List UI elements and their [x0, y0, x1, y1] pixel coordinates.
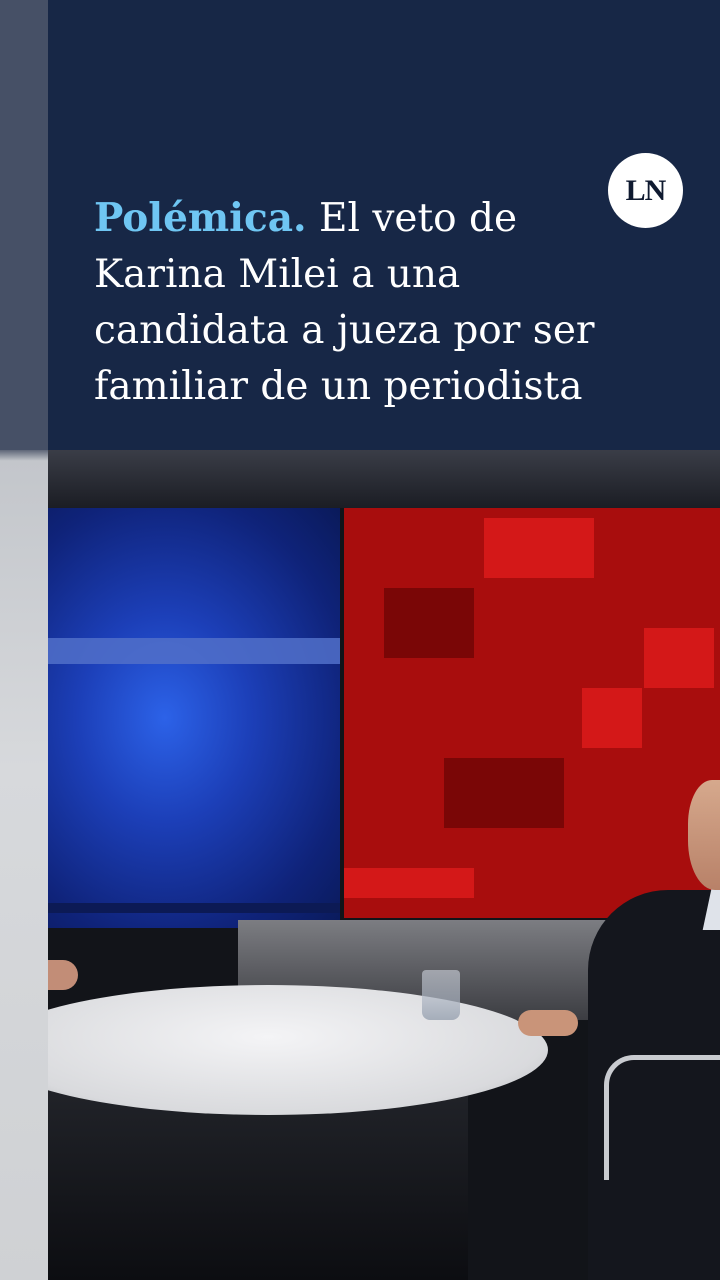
studio-ceiling [48, 450, 720, 508]
guest [518, 780, 720, 1280]
guest-head [688, 780, 720, 890]
red-screen-tile [384, 588, 474, 658]
red-screen-tile [644, 628, 714, 688]
headline: Polémica. El veto de Karina Milei a una … [94, 190, 654, 415]
headline-panel: Polémica. El veto de Karina Milei a una … [48, 0, 720, 450]
red-screen-tile [484, 518, 594, 578]
red-screen-tile [344, 868, 474, 898]
chair-arm [604, 1055, 720, 1180]
blue-screen-stripe-lower [48, 903, 340, 913]
red-screen-tile [582, 688, 642, 748]
la-nacion-logo[interactable]: LN [608, 153, 683, 228]
video-frame[interactable] [48, 450, 720, 1280]
side-accent-strip [0, 0, 48, 1280]
blue-studio-screen [48, 508, 340, 928]
water-glass [422, 970, 460, 1020]
blue-screen-stripe [48, 638, 340, 664]
headline-kicker: Polémica. [94, 195, 307, 241]
story-frame: Polémica. El veto de Karina Milei a una … [0, 0, 720, 1280]
host-hand [48, 960, 78, 990]
guest-hands [518, 1010, 578, 1036]
side-accent-top [0, 0, 48, 450]
